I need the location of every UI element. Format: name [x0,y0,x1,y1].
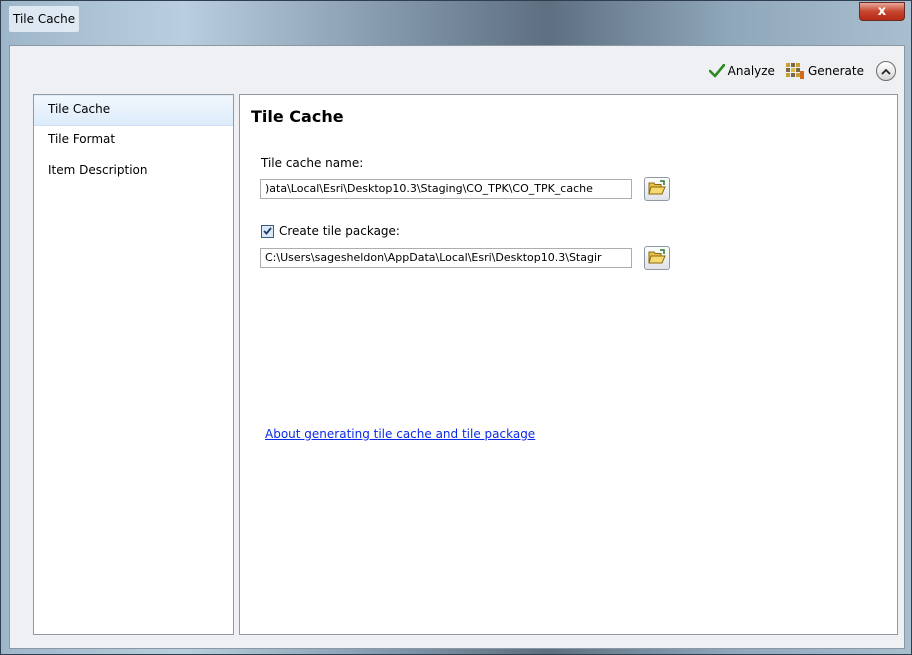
check-icon [708,64,725,78]
dialog-client-area: Analyze Generate Tile Cache Tile Format … [9,45,905,649]
chevron-up-icon [881,64,891,78]
window-title: Tile Cache [9,6,80,32]
content-panel: Tile Cache Tile cache name: )ata\Local\E… [239,94,898,635]
analyze-button[interactable]: Analyze [707,64,777,78]
folder-open-icon [648,179,666,199]
generate-button[interactable]: Generate [783,62,866,80]
sidebar: Tile Cache Tile Format Item Description [33,94,234,635]
folder-open-icon [648,248,666,268]
create-package-row[interactable]: Create tile package: [261,224,400,238]
close-button[interactable]: x [859,2,905,21]
generate-label: Generate [807,64,864,78]
toolbar: Analyze Generate [707,58,896,84]
tile-grid-icon [785,62,805,80]
tile-cache-name-label: Tile cache name: [261,156,364,170]
browse-package-button[interactable] [644,246,670,270]
analyze-label: Analyze [727,64,775,78]
create-package-checkbox[interactable] [261,224,274,238]
panel-title: Tile Cache [251,107,344,126]
sidebar-item-tile-cache[interactable]: Tile Cache [34,95,233,126]
collapse-button[interactable] [876,61,896,81]
help-link[interactable]: About generating tile cache and tile pac… [265,427,535,441]
checkmark-icon [263,224,272,238]
create-package-label: Create tile package: [279,224,400,238]
tile-cache-name-input[interactable]: )ata\Local\Esri\Desktop10.3\Staging\CO_T… [260,179,632,199]
sidebar-item-item-description[interactable]: Item Description [34,157,233,188]
tile-cache-window: Tile Cache x Analyze Generate Tile Cache… [0,0,912,655]
browse-cache-button[interactable] [644,177,670,201]
package-path-input[interactable]: C:\Users\sagesheldon\AppData\Local\Esri\… [260,248,632,268]
title-bar[interactable]: Tile Cache x [1,1,911,45]
sidebar-item-tile-format[interactable]: Tile Format [34,126,233,157]
